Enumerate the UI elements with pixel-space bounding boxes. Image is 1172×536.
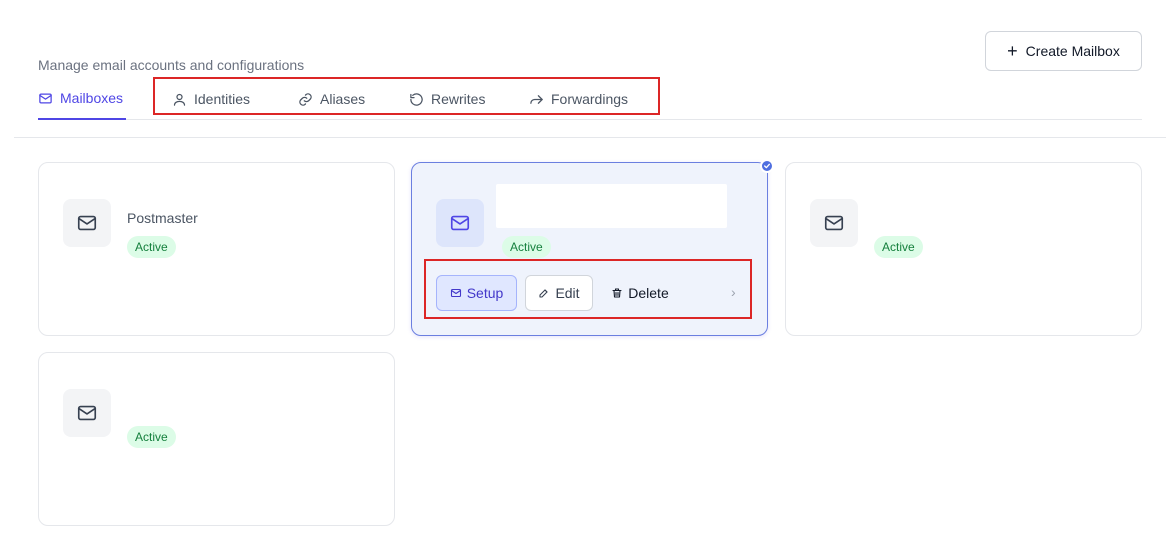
- header-divider: [14, 137, 1166, 138]
- tab-mailboxes[interactable]: Mailboxes: [38, 78, 127, 120]
- tab-identities[interactable]: Identities: [172, 78, 250, 120]
- mailbox-avatar: [63, 389, 111, 437]
- setup-button[interactable]: Setup: [436, 275, 517, 311]
- tab-forwardings[interactable]: Forwardings: [529, 78, 628, 120]
- tab-label: Identities: [194, 91, 251, 107]
- mailbox-card[interactable]: Postmaster Active: [38, 162, 395, 336]
- edit-label: Edit: [555, 285, 580, 301]
- create-mailbox-button[interactable]: + Create Mailbox: [985, 31, 1142, 71]
- tab-label: Forwardings: [551, 91, 629, 107]
- mail-icon: [824, 215, 844, 231]
- rotate-ccw-icon: [410, 92, 423, 106]
- chevron-right-icon[interactable]: ›: [731, 284, 736, 300]
- status-badge: Active: [502, 236, 551, 258]
- mailbox-card-selected[interactable]: Active Setup Edit Delete ›: [411, 159, 774, 336]
- mailbox-card[interactable]: Active: [38, 352, 395, 526]
- link-icon: [299, 92, 312, 106]
- mailbox-card[interactable]: Active: [785, 162, 1142, 336]
- redacted-mailbox-name: [496, 184, 727, 228]
- mailbox-avatar: [63, 199, 111, 247]
- edit-icon: [539, 289, 548, 298]
- mailbox-avatar: [436, 199, 484, 247]
- tab-aliases[interactable]: Aliases: [298, 78, 365, 120]
- forward-arrow-icon: [530, 94, 543, 104]
- delete-label: Delete: [628, 285, 669, 301]
- create-mailbox-label: Create Mailbox: [1025, 43, 1120, 59]
- tab-bar: Mailboxes Identities Aliases Rewrites Fo…: [38, 78, 1142, 120]
- delete-button[interactable]: Delete: [605, 275, 675, 311]
- status-badge: Active: [127, 426, 176, 448]
- setup-label: Setup: [466, 285, 504, 301]
- edit-button[interactable]: Edit: [525, 275, 593, 311]
- tab-label: Rewrites: [431, 91, 486, 107]
- mailbox-avatar: [810, 199, 858, 247]
- mail-icon: [77, 215, 97, 231]
- selected-check-icon: [760, 159, 774, 173]
- mail-icon: [450, 288, 461, 298]
- mailbox-name: Postmaster: [127, 210, 198, 226]
- page-subtitle: Manage email accounts and configurations: [38, 57, 305, 73]
- status-badge: Active: [127, 236, 176, 258]
- mail-icon: [39, 93, 52, 103]
- tab-label: Mailboxes: [60, 90, 124, 106]
- plus-icon: +: [1007, 41, 1018, 61]
- tab-label: Aliases: [320, 91, 366, 107]
- status-badge: Active: [874, 236, 923, 258]
- user-icon: [173, 93, 186, 106]
- mail-icon: [450, 215, 470, 231]
- tab-rewrites[interactable]: Rewrites: [409, 78, 485, 120]
- mail-icon: [77, 405, 97, 421]
- trash-icon: [612, 288, 622, 298]
